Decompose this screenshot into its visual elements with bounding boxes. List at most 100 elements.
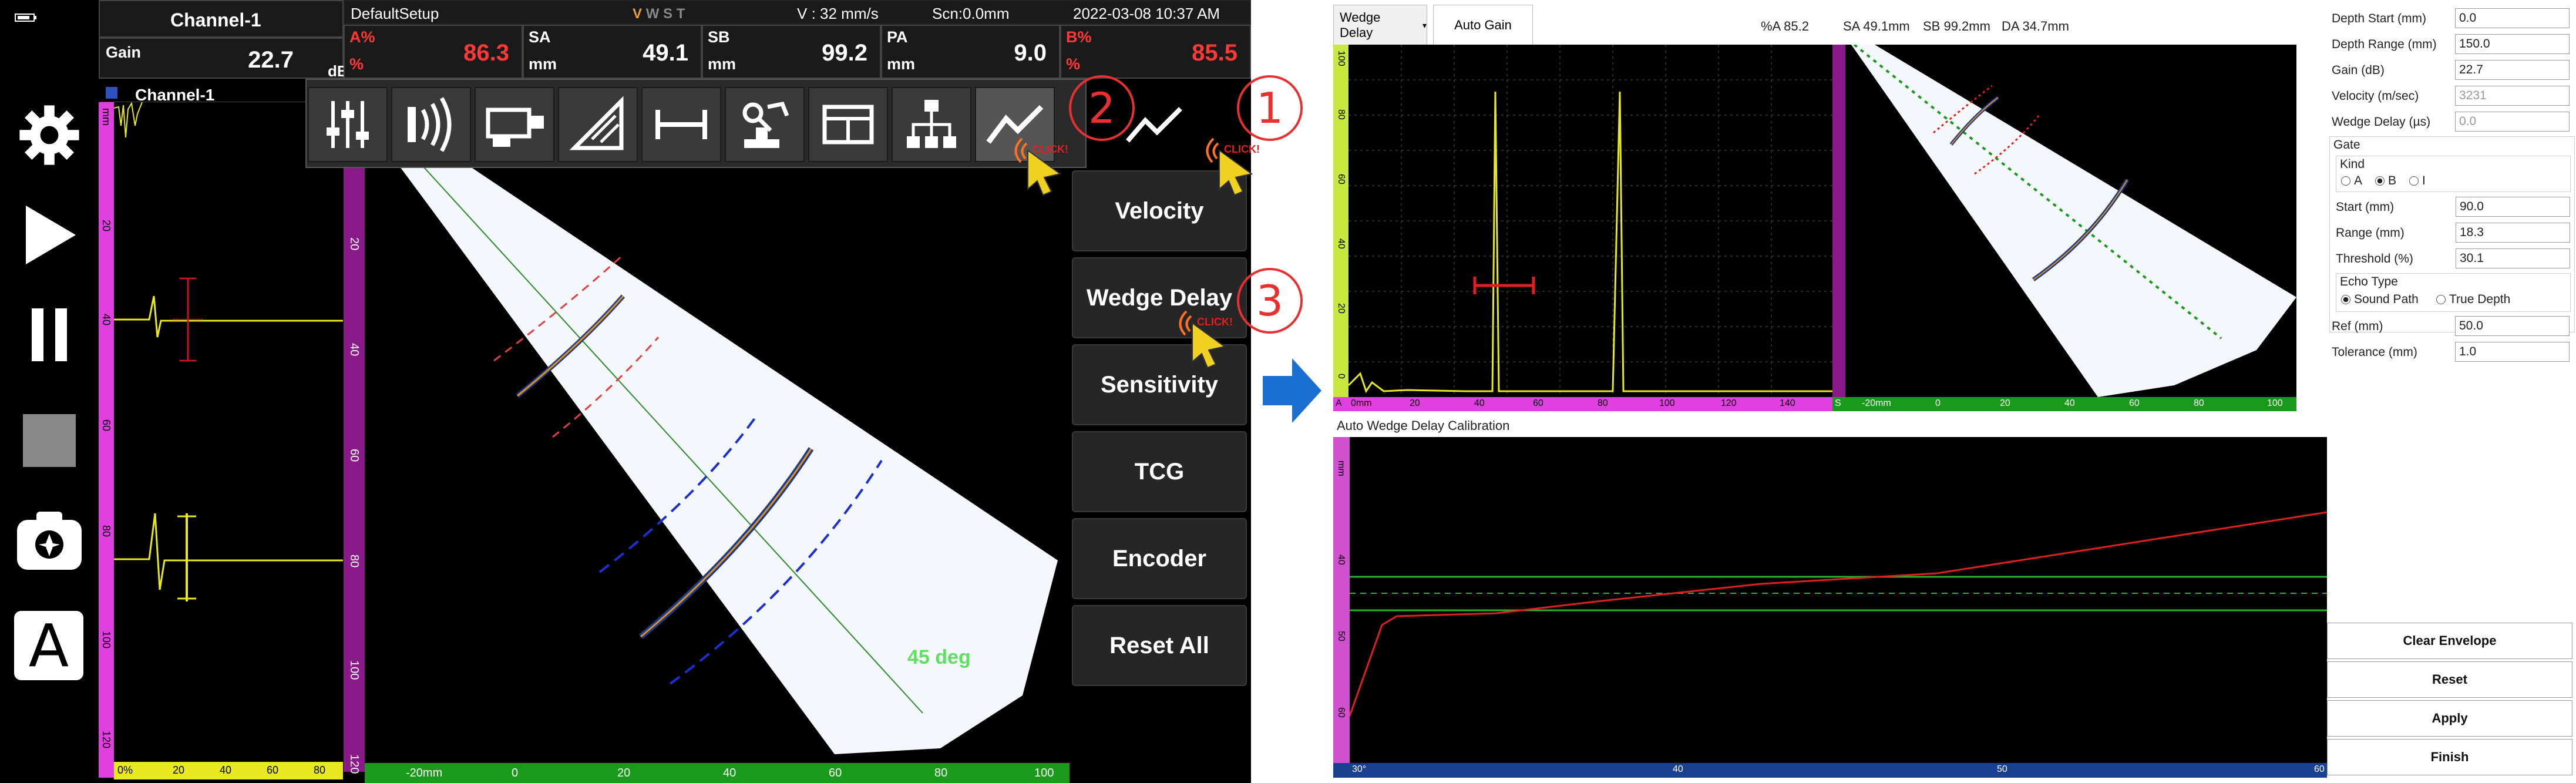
- velocity-status: V : 32 mm/s: [797, 5, 879, 22]
- channel-header-box: Channel-1: [99, 0, 344, 38]
- gate-group: Gate Kind A B I Start (mm) 90.0 Range (m…: [2329, 136, 2575, 332]
- gain-box[interactable]: Gain 22.7 dB: [99, 38, 348, 80]
- gate-start-input[interactable]: 90.0: [2456, 197, 2570, 217]
- click-cursor-3: CLICK!: [1169, 305, 1233, 373]
- sscan-vertical-ruler: 20 40 60 80 100 120: [344, 167, 365, 774]
- readout-sa[interactable]: SA mm 49.1: [523, 25, 702, 79]
- stop-icon[interactable]: [14, 405, 85, 476]
- gate-threshold-input[interactable]: 30.1: [2456, 248, 2570, 268]
- pc-ascan-waveform: [1348, 45, 1832, 397]
- calibration-title: Auto Wedge Delay Calibration: [1337, 418, 1510, 433]
- dropdown-chevron-icon: ▾: [1422, 20, 1427, 30]
- apply-button[interactable]: Apply: [2327, 700, 2572, 737]
- calib-bottom-ruler: 30° 40 50 60: [1333, 763, 2327, 778]
- sscan-image: [400, 167, 1058, 754]
- kind-title: Kind: [2340, 157, 2365, 171]
- auto-gain-button[interactable]: Auto Gain: [1433, 5, 1533, 46]
- setup-name: DefaultSetup: [351, 5, 439, 22]
- info-strip: DefaultSetup V W S T V : 32 mm/s Scn:0.0…: [344, 0, 1251, 25]
- sidebar: A: [0, 0, 99, 783]
- gain-input[interactable]: 22.7: [2455, 60, 2570, 80]
- pause-icon[interactable]: [14, 300, 85, 370]
- transition-arrow-icon: [1263, 358, 1321, 426]
- kind-b-radio[interactable]: [2375, 176, 2385, 186]
- true-depth-radio[interactable]: [2436, 295, 2446, 304]
- scanner-robot-icon[interactable]: [725, 87, 805, 162]
- reset-all-button[interactable]: Reset All: [1072, 605, 1247, 686]
- adjust-sliders-icon[interactable]: [308, 87, 388, 162]
- kind-a-radio[interactable]: [2341, 176, 2350, 186]
- status-sb: SB 99.2mm: [1923, 19, 1990, 33]
- wedge-delay-label: Wedge Delay (µs): [2332, 115, 2431, 129]
- step-number-3: 3: [1237, 268, 1303, 334]
- gate-range-label: Range (mm): [2336, 226, 2405, 240]
- gate-title: Gate: [2333, 138, 2360, 152]
- readout-b-percent[interactable]: B% % 85.5: [1060, 25, 1251, 79]
- status-da: DA 34.7mm: [2002, 19, 2069, 33]
- tcg-button[interactable]: TCG: [1072, 431, 1247, 512]
- calib-left-ruler: mm 40 50 60: [1333, 437, 1350, 763]
- pc-ascan-panel: 100 80 60 40 20 0 A 0mm 20 40 60 80 100 …: [1333, 45, 1832, 411]
- display-layout-icon[interactable]: [808, 87, 888, 162]
- ascan-header: Channel-1: [100, 85, 341, 104]
- tolerance-input[interactable]: 1.0: [2455, 342, 2570, 362]
- calibration-plot: [1350, 511, 2327, 717]
- measure-icon[interactable]: [641, 87, 721, 162]
- gate-threshold-label: Threshold (%): [2336, 252, 2413, 266]
- camera-icon[interactable]: [14, 505, 85, 576]
- kind-group: Kind A B I: [2336, 156, 2571, 192]
- function-toolbar: [305, 79, 1087, 168]
- angle-label: 45 deg: [907, 646, 971, 668]
- probe-icon[interactable]: [475, 87, 554, 162]
- gain-label: Gain (dB): [2332, 63, 2385, 77]
- status-sa: SA 49.1mm: [1843, 19, 1910, 33]
- readout-pa[interactable]: PA mm 9.0: [881, 25, 1060, 79]
- annotation-button[interactable]: A: [14, 611, 83, 680]
- sound-path-radio[interactable]: [2341, 295, 2350, 304]
- sscan-horizontal-ruler: -20mm 0 20 40 60 80 100: [365, 763, 1070, 783]
- readout-sb[interactable]: SB mm 99.2: [702, 25, 881, 79]
- echo-type-title: Echo Type: [2340, 275, 2398, 288]
- scan-status: Scn:0.0mm: [932, 5, 1010, 22]
- finish-button[interactable]: Finish: [2327, 739, 2572, 775]
- channel-indicator: [106, 87, 117, 99]
- pc-ascan-bottom-ruler: A 0mm 20 40 60 80 100 120 140: [1333, 397, 1832, 411]
- calibration-menu: Velocity Wedge Delay Sensitivity TCG Enc…: [1072, 170, 1251, 693]
- wedge-delay-input[interactable]: 0.0: [2455, 112, 2570, 132]
- kind-i-radio[interactable]: [2409, 176, 2419, 186]
- encoder-button[interactable]: Encoder: [1072, 518, 1247, 599]
- mode-dropdown[interactable]: Wedge Delay ▾: [1333, 5, 1427, 46]
- click-cursor-1: CLICK!: [1196, 133, 1260, 200]
- ascan-waveform: [114, 102, 343, 601]
- click-cursor-2: CLICK!: [1004, 133, 1068, 200]
- depth-start-input[interactable]: 0.0: [2455, 8, 2570, 28]
- velocity-label: Velocity (m/sec): [2332, 89, 2419, 103]
- datetime: 2022-03-08 10:37 AM: [1073, 5, 1220, 22]
- mode-letters: V W S T: [633, 6, 685, 22]
- status-a-percent: %A 85.2: [1761, 19, 1809, 33]
- ref-label: Ref (mm): [2332, 320, 2383, 333]
- ascan-panel: Channel-1 mm 20 40 60 80 100 120 0% 20 4: [99, 79, 344, 783]
- ultrasound-wave-icon[interactable]: [391, 87, 471, 162]
- depth-start-label: Depth Start (mm): [2332, 12, 2427, 25]
- clear-envelope-button[interactable]: Clear Envelope: [2327, 623, 2572, 659]
- ascan-horizontal-ruler: 0% 20 40 60 80: [114, 762, 343, 779]
- gate-range-input[interactable]: 18.3: [2456, 223, 2570, 243]
- velocity-input[interactable]: 3231: [2455, 86, 2570, 106]
- device-screen: A Channel-1 Gain 22.7 dB DefaultSetup V …: [0, 0, 1303, 783]
- readout-a-percent[interactable]: A% % 86.3: [344, 25, 523, 79]
- gate-start-label: Start (mm): [2336, 200, 2395, 214]
- play-icon[interactable]: [14, 200, 85, 270]
- pc-sscan-panel: S -20mm 0 20 40 60 80 100: [1832, 45, 2296, 411]
- wedge-icon[interactable]: [558, 87, 638, 162]
- calibration-chart: mm 40 50 60 30° 40 50 60: [1333, 437, 2327, 778]
- depth-range-input[interactable]: 150.0: [2455, 34, 2570, 54]
- network-tree-icon[interactable]: [892, 87, 971, 162]
- pc-ascan-left-ruler: 100 80 60 40 20 0: [1333, 45, 1348, 397]
- sscan-panel: 20 40 60 80 100 120 45 deg -20mm 0 20 40…: [344, 79, 1072, 783]
- ref-input[interactable]: 50.0: [2455, 316, 2570, 336]
- annotation-letter: A: [28, 611, 69, 680]
- settings-gear-icon[interactable]: [14, 100, 85, 170]
- reset-button[interactable]: Reset: [2327, 661, 2572, 698]
- tolerance-label: Tolerance (mm): [2332, 345, 2417, 359]
